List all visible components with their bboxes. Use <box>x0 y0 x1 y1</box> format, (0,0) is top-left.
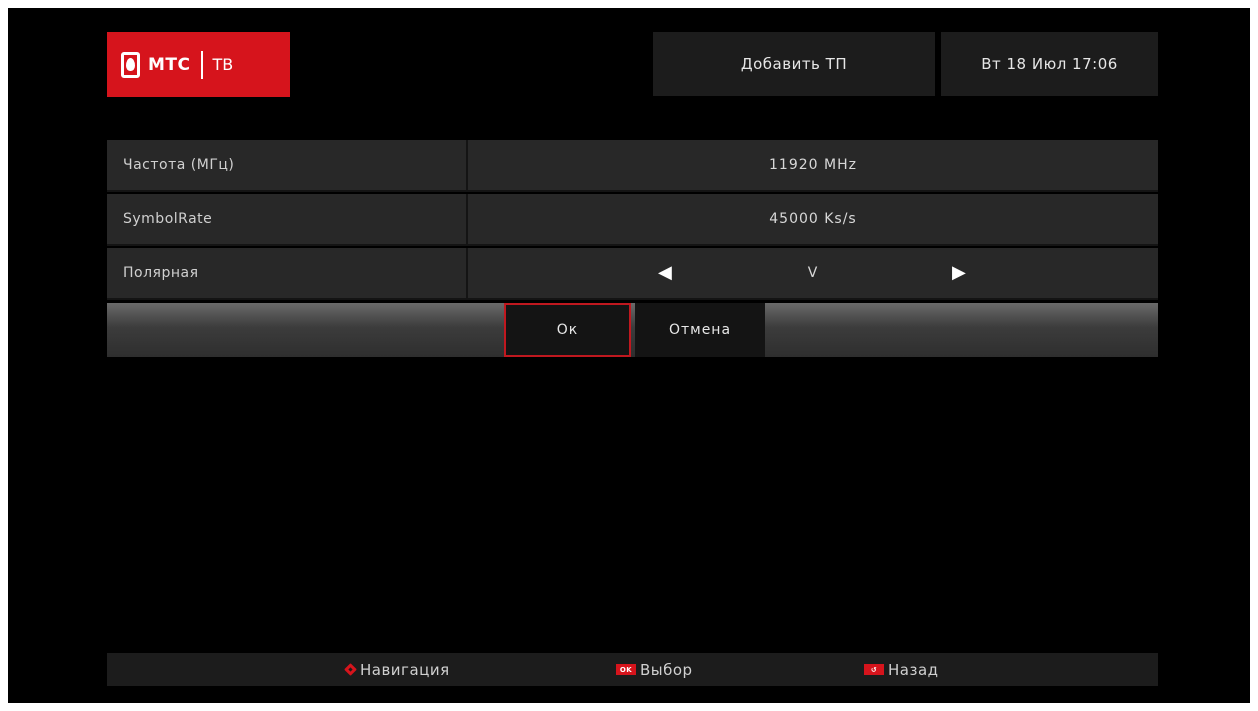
hint-navigation-label: Навигация <box>360 660 450 679</box>
tv-screen: МТС ТВ Добавить ТП Вт 18 Июл 17:06 Часто… <box>8 8 1250 703</box>
back-key-icon: ↺ <box>864 664 884 675</box>
mts-tv-logo: МТС ТВ <box>107 32 290 97</box>
symbolrate-row[interactable]: SymbolRate 45000 Ks/s <box>107 194 1158 246</box>
hint-select-label: Выбор <box>640 660 693 679</box>
ok-button[interactable]: Ок <box>504 303 631 357</box>
polarization-selector[interactable]: ◀ V ▶ <box>468 248 1158 298</box>
date-time: Вт 18 Июл 17:06 <box>941 32 1158 96</box>
symbolrate-value[interactable]: 45000 Ks/s <box>468 194 1158 244</box>
mts-egg-icon <box>121 51 140 78</box>
frequency-row[interactable]: Частота (МГц) 11920 MHz <box>107 140 1158 192</box>
polarization-label: Полярная <box>107 248 468 298</box>
logo-divider <box>200 50 203 79</box>
polarization-row[interactable]: Полярная ◀ V ▶ <box>107 248 1158 300</box>
cancel-button[interactable]: Отмена <box>635 303 765 357</box>
logo-brand-text: МТС <box>148 54 191 75</box>
footer-hints: Навигация OK Выбор ↺ Назад <box>107 653 1158 686</box>
button-bar: Ок Отмена <box>107 303 1158 357</box>
hint-navigation: Навигация <box>344 653 450 686</box>
ok-key-icon: OK <box>616 664 636 675</box>
arrow-right-icon[interactable]: ▶ <box>952 264 967 282</box>
navigation-icon <box>344 663 357 676</box>
polarization-value: V <box>807 265 819 281</box>
arrow-left-icon[interactable]: ◀ <box>658 264 673 282</box>
hint-back: ↺ Назад <box>864 653 939 686</box>
frequency-value[interactable]: 11920 MHz <box>468 140 1158 190</box>
frequency-label: Частота (МГц) <box>107 140 468 190</box>
page-title: Добавить ТП <box>653 32 935 96</box>
logo-tv-text: ТВ <box>212 55 234 74</box>
hint-back-label: Назад <box>888 660 939 679</box>
hint-select: OK Выбор <box>616 653 693 686</box>
symbolrate-label: SymbolRate <box>107 194 468 244</box>
